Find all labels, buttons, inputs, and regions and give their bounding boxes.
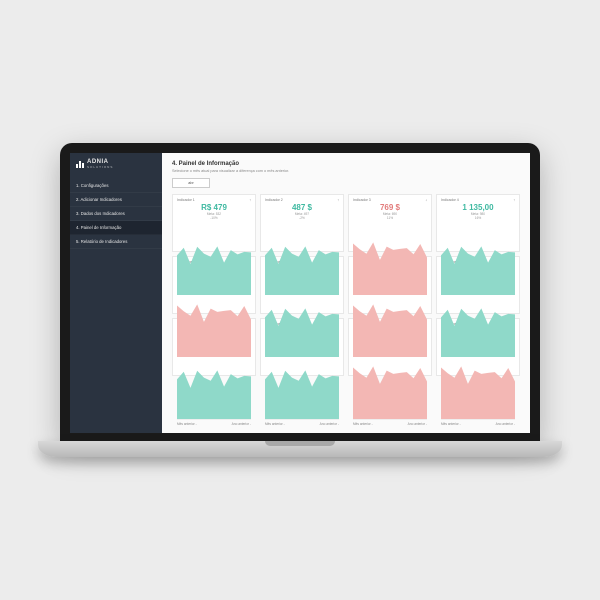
sparkline (353, 345, 427, 419)
card-title: Indicador 1 (177, 198, 195, 202)
trend-arrow-icon: ↑ (337, 198, 339, 202)
card-meta: Meta: 497-2% (265, 212, 339, 220)
card-value: R$ 479 (177, 203, 251, 212)
app-screen: ADNIA SOLUTIONS 1. Configurações2. Adici… (70, 153, 530, 433)
sparkline (265, 345, 339, 419)
card-meta: Meta: 98016% (441, 212, 515, 220)
month-select[interactable]: abr (172, 178, 210, 188)
kpi-card[interactable]: Indicador 1↑R$ 479Meta: 532-10%Mês anter… (172, 194, 256, 252)
card-title: Indicador 3 (353, 198, 371, 202)
prev-year: Ano anterior - (320, 422, 339, 426)
page-title: 4. Painel de Informação (172, 161, 520, 167)
sidebar-item-1[interactable]: 1. Configurações (70, 179, 162, 193)
card-value: 487 $ (265, 203, 339, 212)
prev-year: Ano anterior - (408, 422, 427, 426)
laptop-mockup: ADNIA SOLUTIONS 1. Configurações2. Adici… (60, 143, 540, 457)
laptop-base (38, 441, 562, 457)
kpi-card[interactable]: Indicador 3↓769 $Meta: 69011%Mês anterio… (348, 194, 432, 252)
screen-bezel: ADNIA SOLUTIONS 1. Configurações2. Adici… (60, 143, 540, 441)
sidebar-item-2[interactable]: 2. Adicionar Indicadores (70, 193, 162, 207)
sidebar: ADNIA SOLUTIONS 1. Configurações2. Adici… (70, 153, 162, 433)
card-title: Indicador 2 (265, 198, 283, 202)
sparkline (177, 345, 251, 419)
brand-sub: SOLUTIONS (87, 165, 113, 169)
card-title: Indicador 4 (441, 198, 459, 202)
sidebar-item-3[interactable]: 3. Dados dos Indicadores (70, 207, 162, 221)
prev-month: Mês anterior - (441, 422, 461, 426)
trend-arrow-icon: ↓ (425, 198, 427, 202)
laptop-notch (265, 441, 335, 446)
sparkline (441, 345, 515, 419)
card-meta: Meta: 69011% (353, 212, 427, 220)
card-meta: Meta: 532-10% (177, 212, 251, 220)
kpi-card[interactable]: Indicador 4↑1 135,00Meta: 98016%Mês ante… (436, 194, 520, 252)
trend-arrow-icon: ↑ (513, 198, 515, 202)
kpi-card[interactable]: Indicador 2↑487 $Meta: 497-2%Mês anterio… (260, 194, 344, 252)
prev-month: Mês anterior - (265, 422, 285, 426)
prev-month: Mês anterior - (177, 422, 197, 426)
cards-grid: Indicador 1↑R$ 479Meta: 532-10%Mês anter… (172, 194, 520, 376)
trend-arrow-icon: ↑ (249, 198, 251, 202)
sidebar-item-5[interactable]: 5. Relatório de Indicadores (70, 235, 162, 249)
prev-year: Ano anterior - (496, 422, 515, 426)
prev-month: Mês anterior - (353, 422, 373, 426)
logo-mark-icon (76, 161, 84, 168)
sidebar-item-4[interactable]: 4. Painel de Informação (70, 221, 162, 235)
page-subtitle: Selecione o mês atual para visualizar a … (172, 169, 520, 173)
main-panel: 4. Painel de Informação Selecione o mês … (162, 153, 530, 433)
card-value: 1 135,00 (441, 203, 515, 212)
card-value: 769 $ (353, 203, 427, 212)
brand-logo: ADNIA SOLUTIONS (70, 153, 162, 179)
prev-year: Ano anterior - (232, 422, 251, 426)
sidebar-nav: 1. Configurações2. Adicionar Indicadores… (70, 179, 162, 249)
